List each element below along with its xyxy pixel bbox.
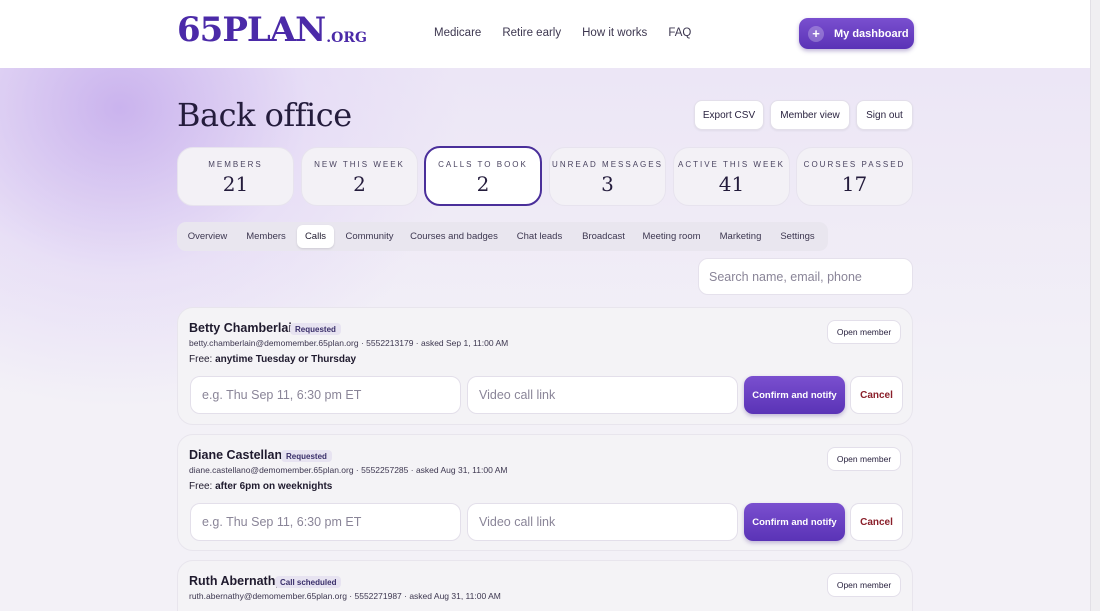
tab-community[interactable]: Community [338,225,401,248]
stat-members[interactable]: Members 21 [177,147,294,206]
page-scrollbar[interactable] [1090,0,1100,611]
call-request-card: Ruth Abernathy Call scheduled ruth.abern… [177,560,913,611]
stat-label: New this week [314,160,405,169]
member-contact-meta: ruth.abernathy@demomember.65plan.org · 5… [189,591,501,601]
open-member-button[interactable]: Open member [827,573,901,597]
member-name: Ruth Abernathy [189,574,283,588]
availability-prefix: Free: [189,481,213,492]
stat-value: 2 [353,172,366,196]
cancel-button[interactable]: Cancel [850,503,903,541]
stat-new-this-week[interactable]: New this week 2 [301,147,418,206]
call-request-card: Diane Castellano Requested diane.castell… [177,434,913,551]
confirm-and-notify-button[interactable]: Confirm and notify [744,376,845,414]
call-datetime-input[interactable]: e.g. Thu Sep 11, 6:30 pm ET [190,503,461,541]
call-request-card: Betty Chamberlain Requested betty.chambe… [177,307,913,425]
stat-label: Active this week [678,160,785,169]
availability-text: Free: anytime Tuesday or Thursday [189,354,356,365]
tab-marketing[interactable]: Marketing [714,225,767,248]
stat-label: Unread messages [552,160,663,169]
status-badge: Call scheduled [275,576,342,588]
availability-prefix: Free: [189,354,213,365]
stat-value: 3 [601,172,614,196]
open-member-button[interactable]: Open member [827,447,901,471]
member-view-button[interactable]: Member view [770,100,850,130]
cancel-button[interactable]: Cancel [850,376,903,414]
availability-text: Free: after 6pm on weeknights [189,481,332,492]
member-contact-meta: betty.chamberlain@demomember.65plan.org … [189,338,509,348]
page-title: Back office [177,96,352,134]
tab-settings[interactable]: Settings [775,225,820,248]
member-name: Betty Chamberlain [189,321,300,335]
tab-overview[interactable]: Overview [180,225,235,248]
main-content: Back office Export CSV Member view Sign … [0,0,1090,611]
tab-calls[interactable]: Calls [297,225,334,248]
tab-meeting-room[interactable]: Meeting room [639,225,704,248]
section-tabs: Overview Members Calls Community Courses… [177,222,828,251]
stat-label: Members [208,160,263,169]
tab-broadcast[interactable]: Broadcast [576,225,631,248]
export-csv-button[interactable]: Export CSV [694,100,764,130]
member-contact-meta: diane.castellano@demomember.65plan.org ·… [189,465,508,475]
stat-value: 17 [841,172,868,196]
stat-active-this-week[interactable]: Active this week 41 [673,147,790,206]
stat-unread-messages[interactable]: Unread messages 3 [549,147,666,206]
call-datetime-input[interactable]: e.g. Thu Sep 11, 6:30 pm ET [190,376,461,414]
stat-value: 41 [718,172,745,196]
tab-members[interactable]: Members [239,225,293,248]
tab-chat-leads[interactable]: Chat leads [512,225,567,248]
stat-label: Calls to book [438,160,528,169]
video-link-input[interactable]: Video call link [467,503,738,541]
stat-value: 2 [476,172,490,196]
sign-out-button[interactable]: Sign out [856,100,913,130]
video-link-input[interactable]: Video call link [467,376,738,414]
open-member-button[interactable]: Open member [827,320,901,344]
tab-courses-and-badges[interactable]: Courses and badges [407,225,501,248]
status-badge: Requested [290,323,341,335]
confirm-and-notify-button[interactable]: Confirm and notify [744,503,845,541]
stat-courses-passed[interactable]: Courses passed 17 [796,147,913,206]
stat-calls-to-book[interactable]: Calls to book 2 [424,146,542,206]
availability-value: anytime Tuesday or Thursday [215,354,357,365]
availability-value: after 6pm on weeknights [215,481,333,492]
member-name: Diane Castellano [189,448,290,462]
stat-value: 21 [222,172,249,196]
search-input[interactable]: Search name, email, phone [698,258,913,295]
stat-label: Courses passed [803,160,906,169]
status-badge: Requested [281,450,332,462]
